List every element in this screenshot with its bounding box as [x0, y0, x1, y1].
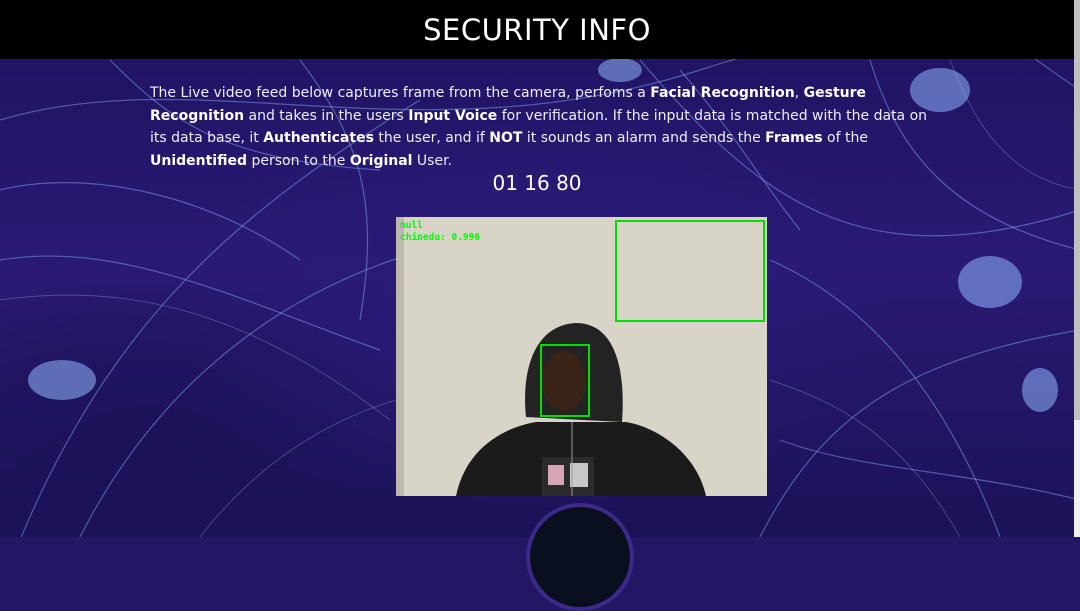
description-text: person to the [247, 152, 350, 169]
gesture-label: null [400, 220, 423, 231]
description-text: User. [412, 152, 453, 169]
face-recognition-label: chinedu: 0.996 [400, 232, 481, 243]
gesture-detection-box [615, 220, 765, 322]
face-detection-box [540, 344, 590, 417]
page-header: SECURITY INFO [0, 0, 1074, 59]
description-highlight: NOT [489, 130, 523, 146]
description-text: and takes in the users [244, 107, 409, 124]
live-video-feed: null chinedu: 0.996 [396, 217, 767, 496]
description-highlight: Facial Recognition [650, 85, 795, 101]
description-text: of the [822, 130, 868, 146]
description-text: , [794, 85, 804, 101]
description-text: The Live video feed below captures frame… [150, 85, 651, 101]
description-highlight: Input Voice [408, 107, 498, 124]
description-highlight: Original [349, 152, 413, 169]
description-text: it sounds an alarm and sends the [522, 130, 766, 146]
page-scrollbar[interactable] [1074, 0, 1080, 537]
description-text: the user, and if [373, 130, 490, 146]
description-highlight: Unidentified [150, 152, 248, 169]
description-highlight: Frames [765, 130, 823, 146]
description-highlight: Authenticates [263, 130, 374, 146]
scrollbar-thumb[interactable] [1074, 0, 1080, 420]
page-title: SECURITY INFO [423, 12, 651, 47]
description-paragraph: The Live video feed below captures frame… [150, 82, 930, 172]
record-button[interactable] [526, 503, 634, 611]
timer-display: 01 16 80 [492, 171, 582, 195]
